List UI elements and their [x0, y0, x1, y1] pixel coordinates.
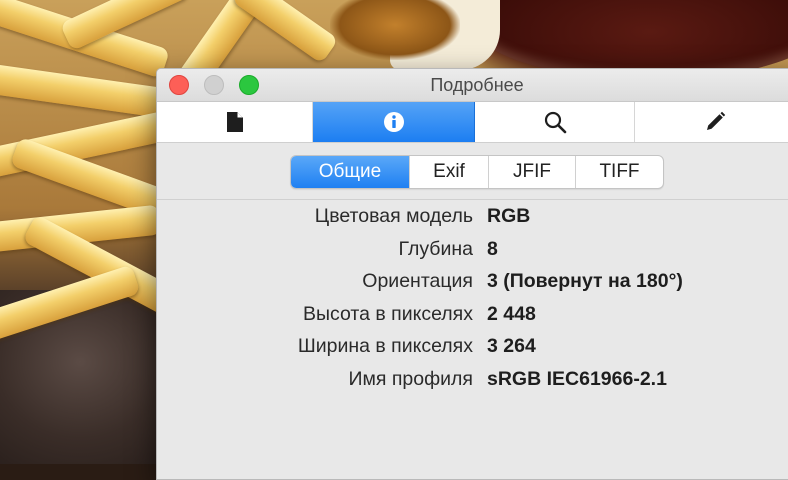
property-row: Ширина в пикселях 3 264: [157, 333, 788, 366]
property-value: sRGB IEC61966-2.1: [487, 367, 667, 390]
property-label: Имя профиля: [348, 367, 473, 390]
title-bar[interactable]: Подробнее: [157, 69, 788, 102]
tab-jfif[interactable]: JFIF: [489, 156, 576, 188]
window-title: Подробнее: [430, 75, 524, 95]
properties-list: Цветовая модель RGB Глубина 8 Ориентация…: [157, 203, 788, 398]
divider: [157, 199, 788, 200]
property-value: 3 (Повернут на 180°): [487, 270, 683, 292]
document-icon: [226, 112, 243, 132]
tab-general-info[interactable]: [157, 102, 313, 142]
tab-annotate[interactable]: [635, 102, 788, 142]
property-label: Ширина в пикселях: [297, 335, 473, 357]
property-row: Глубина 8: [157, 236, 788, 269]
property-row: Имя профиля sRGB IEC61966-2.1: [157, 366, 788, 399]
property-row: Цветовая модель RGB: [157, 203, 788, 236]
property-value: 3 264: [487, 335, 536, 357]
info-icon: [383, 112, 404, 132]
tab-search[interactable]: [475, 102, 635, 142]
metadata-tabs: Общие Exif JFIF TIFF: [290, 155, 664, 189]
property-value: 8: [487, 237, 498, 260]
property-label: Глубина: [398, 237, 474, 260]
inspector-toolbar: [157, 102, 788, 143]
property-label: Цветовая модель: [314, 205, 473, 227]
tab-exif[interactable]: Exif: [410, 156, 489, 188]
property-label: Высота в пикселях: [303, 302, 473, 325]
property-row: Ориентация 3 (Повернут на 180°): [157, 268, 788, 301]
fry: [231, 0, 339, 64]
property-value: 2 448: [487, 302, 536, 325]
property-label: Ориентация: [362, 270, 473, 292]
pencil-icon: [707, 111, 726, 130]
tab-general[interactable]: Общие: [291, 156, 410, 188]
tab-more-info[interactable]: [313, 102, 475, 142]
property-row: Высота в пикселях 2 448: [157, 301, 788, 334]
search-icon: [544, 111, 566, 134]
info-window: Подробнее Общие Exif JFIF TIFF Цветовая …: [156, 68, 788, 480]
drink-glass: [330, 0, 460, 60]
property-value: RGB: [487, 205, 531, 227]
tab-tiff[interactable]: TIFF: [576, 156, 663, 188]
